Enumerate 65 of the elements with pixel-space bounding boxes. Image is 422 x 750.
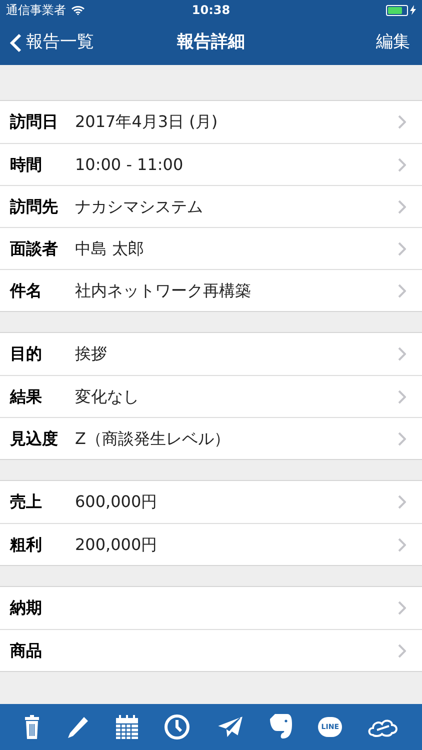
chevron-icon bbox=[398, 601, 406, 615]
clock-icon bbox=[164, 714, 190, 740]
chevron-icon bbox=[398, 242, 406, 256]
detail-row[interactable]: 件名 社内ネットワーク再構築 bbox=[0, 269, 422, 311]
detail-row[interactable]: 訪問先 ナカシマシステム bbox=[0, 185, 422, 227]
battery-icon bbox=[386, 4, 408, 16]
detail-row[interactable]: 粗利 200,000円 bbox=[0, 523, 422, 565]
back-chevron-icon bbox=[10, 32, 22, 52]
chevron-icon bbox=[398, 284, 406, 298]
paper-plane-icon bbox=[216, 715, 244, 739]
detail-row[interactable]: 納期 bbox=[0, 587, 422, 629]
detail-row[interactable]: 商品 bbox=[0, 629, 422, 671]
chevron-icon bbox=[398, 432, 406, 446]
chevron-icon bbox=[398, 538, 406, 552]
edit-button[interactable]: 編集 bbox=[376, 30, 412, 56]
field-value: 10:00 - 11:00 bbox=[75, 154, 184, 176]
field-value: 社内ネットワーク再構築 bbox=[75, 280, 252, 302]
detail-row[interactable]: 訪問日 2017年4月3日 (月) bbox=[0, 101, 422, 143]
detail-row[interactable]: 見込度 Z（商談発生レベル） bbox=[0, 417, 422, 459]
detail-row[interactable]: 時間 10:00 - 11:00 bbox=[0, 143, 422, 185]
field-value: Z（商談発生レベル） bbox=[75, 428, 231, 450]
field-label: 納期 bbox=[10, 597, 43, 619]
trash-button[interactable] bbox=[22, 715, 41, 739]
chevron-icon bbox=[398, 200, 406, 214]
detail-row[interactable]: 売上 600,000円 bbox=[0, 481, 422, 523]
field-label: 目的 bbox=[10, 343, 43, 365]
field-value: 中島 太郎 bbox=[75, 238, 146, 260]
field-label: 時間 bbox=[10, 154, 43, 176]
field-value: 変化なし bbox=[75, 386, 140, 408]
field-value: ナカシマシステム bbox=[75, 196, 204, 218]
pencil-icon bbox=[66, 715, 90, 739]
field-label: 訪問先 bbox=[10, 196, 59, 218]
chevron-icon bbox=[398, 158, 406, 172]
field-label: 売上 bbox=[10, 491, 43, 513]
pencil-button[interactable] bbox=[66, 715, 90, 739]
chevron-icon bbox=[398, 115, 406, 129]
carrier-label: 通信事業者 bbox=[6, 2, 66, 19]
field-value: 挨拶 bbox=[75, 343, 108, 365]
nav-title: 報告詳細 bbox=[177, 30, 245, 54]
paper-plane-button[interactable] bbox=[216, 715, 244, 739]
wifi-icon bbox=[71, 5, 85, 15]
detail-row[interactable]: 目的 挨拶 bbox=[0, 333, 422, 375]
field-label: 商品 bbox=[10, 640, 43, 662]
chevron-icon bbox=[398, 495, 406, 509]
clock-button[interactable] bbox=[164, 714, 190, 740]
field-value: 600,000円 bbox=[75, 491, 158, 513]
detail-row[interactable]: 面談者 中島 太郎 bbox=[0, 227, 422, 269]
chevron-icon bbox=[398, 390, 406, 404]
field-label: 粗利 bbox=[10, 534, 43, 556]
field-label: 件名 bbox=[10, 280, 43, 302]
field-value: 2017年4月3日 (月) bbox=[75, 111, 219, 133]
calendar-button[interactable] bbox=[115, 714, 140, 740]
field-value: 200,000円 bbox=[75, 534, 158, 556]
chevron-icon bbox=[398, 644, 406, 658]
detail-row[interactable]: 結果 変化なし bbox=[0, 375, 422, 417]
field-label: 結果 bbox=[10, 386, 43, 408]
trash-icon bbox=[22, 715, 41, 739]
field-label: 面談者 bbox=[10, 238, 59, 260]
chevron-icon bbox=[398, 347, 406, 361]
status-time: 10:38 bbox=[192, 2, 230, 19]
back-label: 報告一覧 bbox=[26, 30, 94, 54]
calendar-icon bbox=[115, 714, 140, 740]
field-label: 見込度 bbox=[10, 428, 59, 450]
field-label: 訪問日 bbox=[10, 111, 59, 133]
back-button[interactable]: 報告一覧 bbox=[10, 30, 94, 56]
